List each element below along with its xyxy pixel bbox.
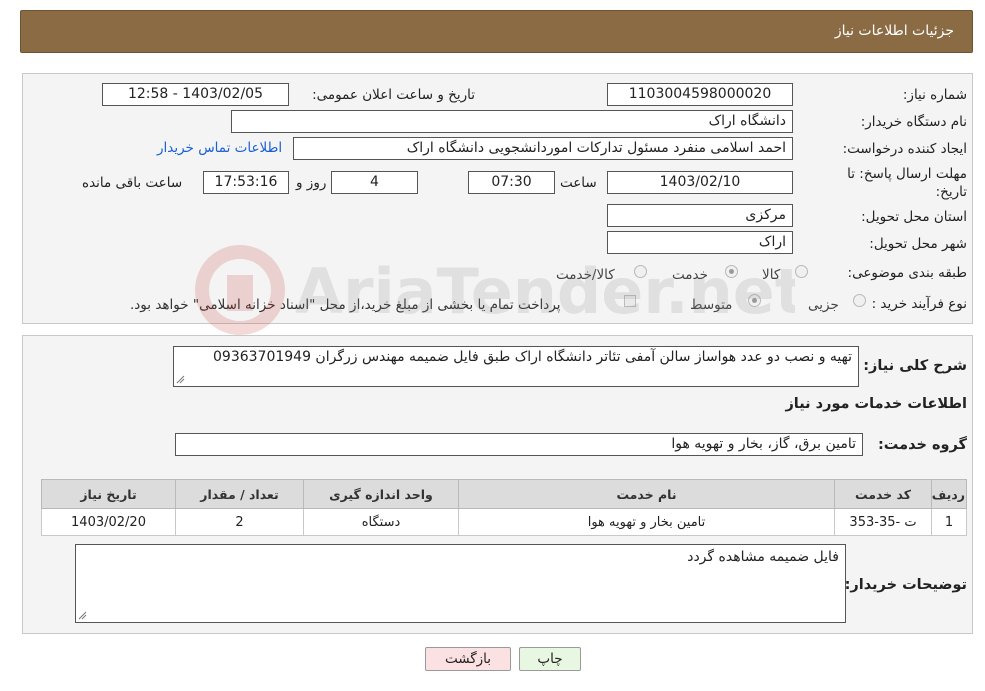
buyer-contact-link[interactable]: اطلاعات تماس خریدار <box>157 140 282 156</box>
col-header-unit: واحد اندازه گیری <box>303 479 459 509</box>
creator-field: احمد اسلامی منفرد مسئول تدارکات اموردانش… <box>293 137 793 160</box>
services-table: ردیف کد خدمت نام خدمت واحد اندازه گیری ت… <box>41 479 967 536</box>
deadline-label: مهلت ارسال پاسخ: تا تاریخ: <box>847 166 967 200</box>
service-group-field: تامین برق، گاز، بخار و تهویه هوا <box>175 433 863 456</box>
col-header-row-number: ردیف <box>931 479 967 509</box>
table-header-row: ردیف کد خدمت نام خدمت واحد اندازه گیری ت… <box>41 479 967 509</box>
cell-service-name: تامین بخار و تهویه هوا <box>458 508 835 536</box>
announce-datetime-field: 1403/02/05 - 12:58 <box>102 83 289 106</box>
purchase-minor-label: جزیی <box>808 297 839 313</box>
description-textarea[interactable]: تهیه و نصب دو عدد هواساز سالن آمفی تئاتر… <box>173 346 859 387</box>
services-section-title: اطلاعات خدمات مورد نیاز <box>785 396 967 412</box>
back-button[interactable]: بازگشت <box>425 647 511 671</box>
service-group-label: گروه خدمت: <box>877 437 967 453</box>
table-row: 1 ت -35-353 تامین بخار و تهویه هوا دستگا… <box>41 508 967 536</box>
category-goods-label: کالا <box>762 267 781 283</box>
purchase-type-label: نوع فرآیند خرید : <box>871 296 967 312</box>
buyer-org-field: دانشگاه اراک <box>231 110 793 133</box>
category-goods-service-label: کالا/خدمت <box>556 267 615 283</box>
description-label: شرح کلی نیاز: <box>863 358 967 374</box>
province-label: استان محل تحویل: <box>861 209 967 225</box>
announce-datetime-label: تاریخ و ساعت اعلان عمومی: <box>312 87 475 103</box>
buyer-notes-text: فایل ضمیمه مشاهده گردد <box>687 549 839 565</box>
creator-label: ایجاد کننده درخواست: <box>842 141 967 157</box>
resize-grip-icon[interactable] <box>78 611 87 620</box>
cell-need-date: 1403/02/20 <box>41 508 176 536</box>
city-field: اراک <box>607 231 793 254</box>
city-label: شهر محل تحویل: <box>869 236 967 252</box>
remaining-days-field: 4 <box>331 171 418 194</box>
buyer-org-label: نام دستگاه خریدار: <box>860 114 967 130</box>
col-header-service-code: کد خدمت <box>834 479 932 509</box>
treasury-payment-note: پرداخت تمام یا بخشی از مبلغ خرید،از محل … <box>130 297 561 313</box>
cell-quantity: 2 <box>175 508 304 536</box>
buyer-notes-textarea[interactable]: فایل ضمیمه مشاهده گردد <box>75 544 846 623</box>
treasury-payment-checkbox[interactable] <box>624 295 636 307</box>
cell-unit: دستگاه <box>303 508 459 536</box>
purchase-medium-label: متوسط <box>690 297 733 313</box>
deadline-date-field: 1403/02/10 <box>607 171 793 194</box>
purchase-minor-radio[interactable] <box>853 294 866 307</box>
need-number-label: شماره نیاز: <box>902 87 967 103</box>
category-label: طبقه بندی موضوعی: <box>847 265 967 281</box>
cell-row-number: 1 <box>931 508 967 536</box>
days-label: روز و <box>296 175 327 191</box>
buyer-notes-label: توضیحات خریدار: <box>844 577 967 593</box>
page-header: جزئیات اطلاعات نیاز <box>20 10 973 53</box>
category-service-radio[interactable] <box>725 265 738 278</box>
remaining-time-label: ساعت باقی مانده <box>82 175 183 191</box>
cell-service-code: ت -35-353 <box>834 508 932 536</box>
col-header-service-name: نام خدمت <box>458 479 835 509</box>
category-goods-radio[interactable] <box>795 265 808 278</box>
province-field: مرکزی <box>607 204 793 227</box>
page-title: جزئیات اطلاعات نیاز <box>834 23 954 39</box>
col-header-quantity: تعداد / مقدار <box>175 479 304 509</box>
remaining-time-field: 17:53:16 <box>203 171 289 194</box>
col-header-need-date: تاریخ نیاز <box>41 479 176 509</box>
time-label: ساعت <box>560 175 597 191</box>
print-button[interactable]: چاپ <box>519 647 581 671</box>
resize-grip-icon[interactable] <box>176 375 185 384</box>
category-service-label: خدمت <box>672 267 708 283</box>
description-text: تهیه و نصب دو عدد هواساز سالن آمفی تئاتر… <box>213 349 852 365</box>
need-number-field: 1103004598000020 <box>607 83 793 106</box>
purchase-medium-radio[interactable] <box>748 294 761 307</box>
category-goods-service-radio[interactable] <box>634 265 647 278</box>
deadline-time-field: 07:30 <box>468 171 555 194</box>
